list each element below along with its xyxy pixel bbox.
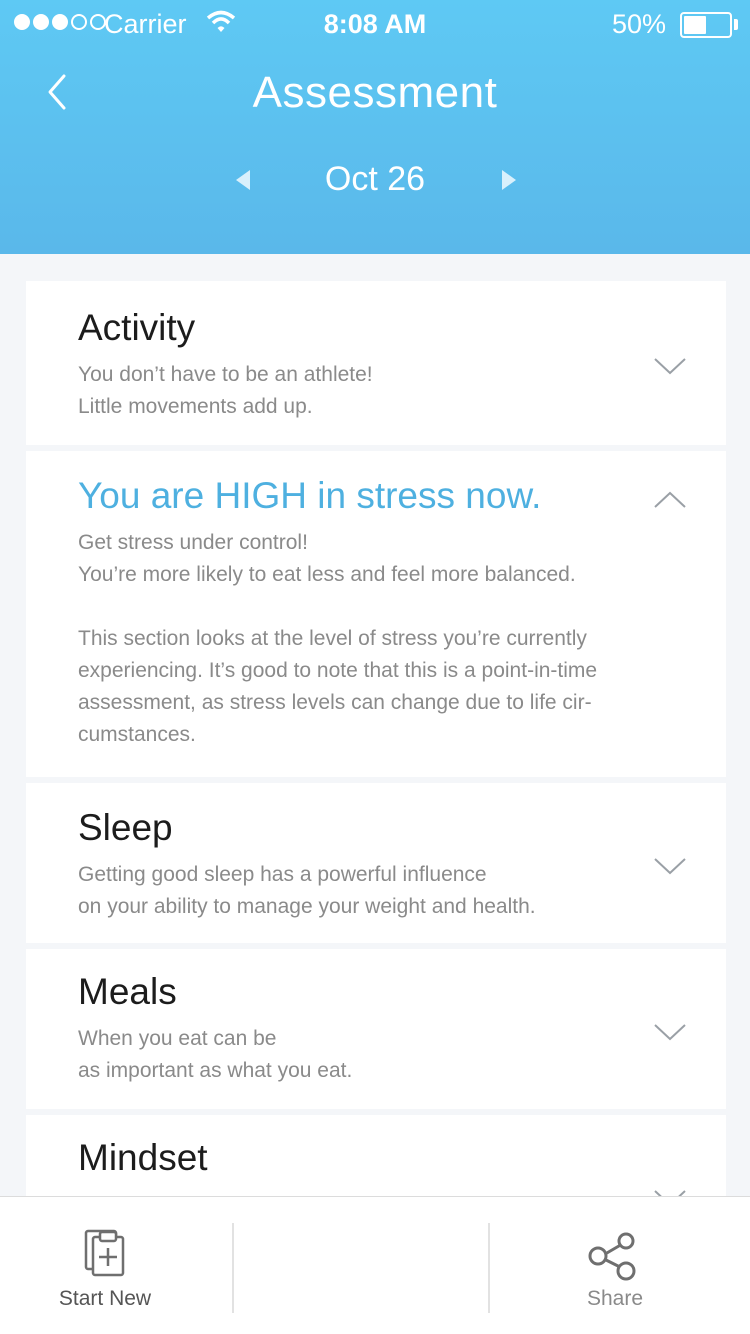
share-button[interactable]: Share [512,1197,718,1334]
section-title: You are HIGH in stress now. [78,475,542,516]
section-description: Get stress under control! You’re more li… [78,531,576,586]
section-sleep[interactable]: Sleep Getting good sleep has a powerful … [26,783,726,943]
battery-icon [680,12,732,38]
triangle-right-icon [502,170,516,190]
page-title: Assessment [252,68,498,117]
toolbar-divider [488,1223,490,1313]
start-new-label: Start New [58,1287,152,1310]
bottom-toolbar: Start New Share [0,1196,750,1334]
section-detail: This section looks at the level of stres… [78,627,598,746]
section-description: You don’t have to be an athlete! Little … [78,363,373,418]
section-stress[interactable]: You are HIGH in stress now. Get stress u… [26,451,726,777]
assessment-list: Activity You don’t have to be an athlete… [26,281,726,1196]
section-title: Mindset [78,1137,208,1178]
start-new-button[interactable]: Start New [0,1197,210,1334]
section-activity[interactable]: Activity You don’t have to be an athlete… [26,281,726,445]
section-meals[interactable]: Meals When you eat can be as important a… [26,949,726,1109]
share-icon [588,1232,636,1281]
section-description: Getting good sleep has a powerful influe… [78,863,536,918]
next-date-button[interactable] [494,164,524,196]
date-navigator: Oct 26 [0,158,750,202]
section-title: Meals [78,971,177,1012]
section-description: When you eat can be as important as what… [78,1027,353,1082]
battery-nub [734,19,738,30]
header: Carrier 8:08 AM 50% Assessment Oct 26 [0,0,750,254]
chevron-up-icon[interactable] [652,489,688,511]
chevron-down-icon[interactable] [652,1187,688,1196]
battery-percent: 50% [612,9,667,39]
section-title: Activity [78,307,196,348]
section-title: Sleep [78,807,173,848]
chevron-down-icon[interactable] [652,1021,688,1043]
current-date: Oct 26 [324,160,426,198]
share-label: Share [586,1287,644,1310]
status-bar: Carrier 8:08 AM 50% [0,0,750,48]
chevron-down-icon[interactable] [652,355,688,377]
clipboard-plus-icon [84,1229,125,1277]
toolbar-divider [232,1223,234,1313]
section-mindset[interactable]: Mindset [26,1115,726,1196]
chevron-down-icon[interactable] [652,855,688,877]
